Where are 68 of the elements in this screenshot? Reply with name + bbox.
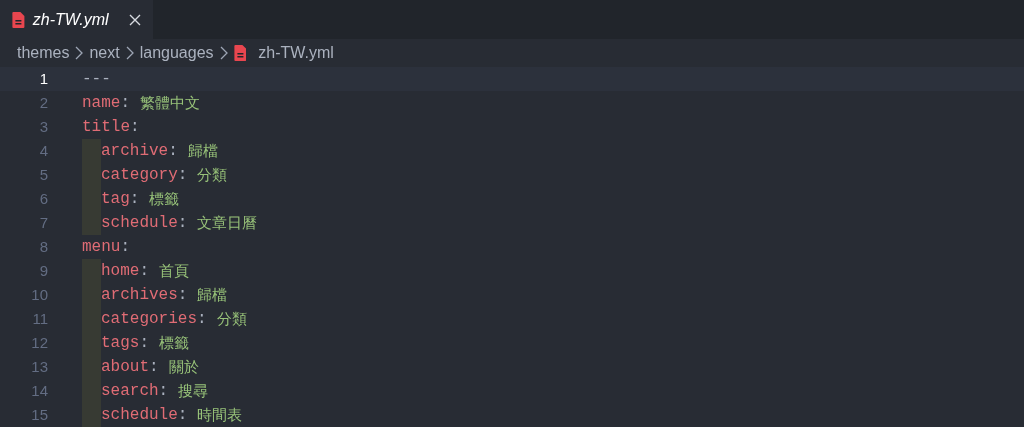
line-number: 12 — [30, 332, 48, 353]
line-number: 1 — [38, 68, 48, 89]
line-number: 7 — [38, 212, 48, 233]
line-number: 10 — [30, 284, 48, 305]
line-number: 15 — [30, 404, 48, 425]
yaml-value: 歸檔 — [187, 140, 218, 162]
colon: : — [149, 357, 159, 378]
colon: : — [129, 189, 140, 210]
colon: : — [130, 117, 140, 138]
file-tab[interactable]: zh-TW.yml — [0, 0, 153, 40]
yaml-value: 關於 — [168, 356, 199, 378]
colon: : — [158, 381, 169, 402]
yaml-key: schedule — [101, 211, 178, 235]
yaml-value: 標籤 — [159, 332, 189, 354]
code-text: --- — [82, 69, 111, 90]
line-number: 6 — [38, 188, 48, 209]
colon: : — [197, 309, 207, 330]
line-number: 2 — [38, 92, 48, 113]
line-number: 8 — [38, 236, 48, 257]
yaml-value: 歸檔 — [197, 284, 228, 306]
chevron-icon — [75, 46, 84, 61]
yaml-key: menu — [82, 235, 121, 259]
chevron-icon — [125, 46, 134, 61]
breadcrumb-item[interactable]: next — [89, 41, 120, 66]
colon: : — [120, 237, 130, 258]
yaml-value: 文章日曆 — [197, 212, 258, 234]
yaml-key: name — [82, 91, 121, 115]
line-number: 9 — [38, 260, 48, 281]
yaml-key: categories — [101, 307, 197, 331]
colon: : — [139, 261, 149, 282]
line-number: 11 — [31, 308, 48, 329]
line-number: 3 — [38, 116, 48, 137]
yaml-key: about — [101, 355, 149, 379]
colon: : — [177, 165, 188, 186]
yaml-key: home — [101, 259, 140, 283]
colon: : — [177, 285, 188, 306]
yaml-value: 標籤 — [149, 188, 180, 210]
yaml-key: search — [101, 379, 159, 403]
yaml-value: 首頁 — [159, 260, 189, 282]
colon: : — [168, 141, 178, 162]
yaml-key: schedule — [101, 403, 178, 427]
yaml-value: 繁體中文 — [140, 92, 200, 114]
chevron-icon — [219, 46, 228, 61]
yaml-value: 分類 — [197, 164, 228, 186]
yaml-value: 時間表 — [197, 404, 243, 426]
yaml-value: 搜尋 — [178, 380, 209, 402]
colon: : — [139, 333, 149, 354]
yaml-key: category — [101, 163, 178, 187]
yaml-key: tags — [101, 331, 140, 355]
colon: : — [120, 93, 130, 114]
line-number: 5 — [38, 164, 48, 185]
close-icon[interactable] — [128, 13, 141, 26]
yaml-key: tag — [101, 187, 130, 211]
yaml-key: archives — [101, 283, 178, 307]
file-icon — [233, 45, 247, 62]
yaml-value: 分類 — [216, 308, 247, 330]
yaml-key: title — [82, 115, 130, 139]
line-number: 14 — [30, 380, 48, 401]
file-icon — [12, 11, 25, 28]
line-number: 4 — [38, 140, 48, 161]
line-number: 13 — [30, 356, 48, 377]
breadcrumb-item[interactable]: themes — [17, 41, 70, 66]
breadcrumb-item[interactable]: zh-TW.yml — [258, 41, 334, 66]
yaml-key: archive — [101, 139, 169, 163]
colon: : — [177, 405, 188, 426]
tab-label: zh-TW.yml — [32, 9, 109, 30]
colon: : — [177, 213, 188, 234]
breadcrumb-item[interactable]: languages — [139, 41, 214, 66]
